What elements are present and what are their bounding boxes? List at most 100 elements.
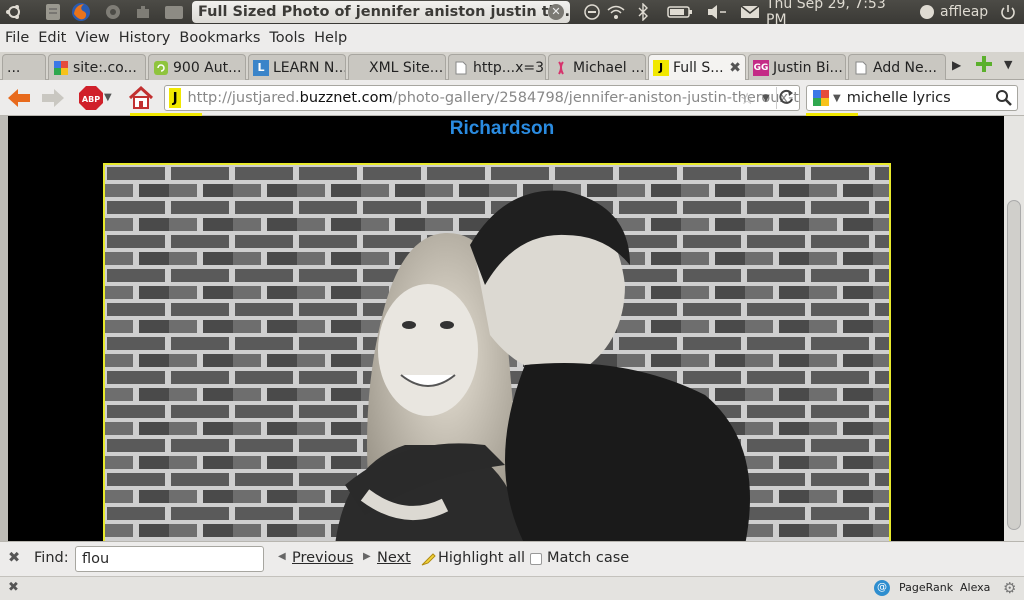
tab-9[interactable]: GG Justin Bi... — [748, 54, 846, 80]
next-arrow-icon: ▶ — [363, 551, 371, 562]
menu-history[interactable]: History — [119, 30, 171, 46]
tab-label: http...x=3 — [473, 59, 545, 76]
justjared-favicon-icon: J — [653, 59, 669, 76]
adblock-dropdown-icon[interactable]: ▼ — [104, 92, 112, 103]
search-bar[interactable]: ▼ michelle lyrics — [806, 85, 1018, 111]
puzzle-icon[interactable] — [132, 2, 154, 22]
back-arrow-icon[interactable] — [6, 86, 32, 114]
match-case-checkbox[interactable] — [530, 553, 542, 565]
menu-view[interactable]: View — [75, 30, 109, 46]
tab-label: Add Ne... — [873, 59, 937, 76]
home-icon[interactable] — [128, 85, 154, 115]
svg-text:ABP: ABP — [82, 95, 100, 104]
power-icon[interactable] — [998, 2, 1018, 22]
menu-bookmarks[interactable]: Bookmarks — [179, 30, 260, 46]
firefox-icon[interactable] — [70, 2, 92, 22]
tab-label: ... — [7, 59, 21, 76]
user-name[interactable]: affleap — [940, 2, 992, 22]
find-previous-button[interactable]: Previous — [292, 550, 353, 566]
tab-7[interactable]: Michael ... — [548, 54, 646, 80]
battery-icon[interactable] — [666, 2, 694, 22]
menu-edit[interactable]: Edit — [38, 30, 66, 46]
ribbon-favicon-icon — [553, 60, 569, 76]
photo-image — [105, 165, 889, 541]
photo-heading[interactable]: Richardson — [0, 118, 1004, 140]
close-window-icon[interactable]: ✕ — [548, 4, 564, 20]
url-bar[interactable]: J http://justjared. buzznet.com/photo-gal… — [164, 85, 800, 111]
google-favicon-icon — [53, 60, 69, 76]
tab-scroll-right-icon[interactable]: ▶ — [952, 58, 961, 72]
reload-icon[interactable] — [776, 87, 798, 109]
tab-label: Michael ... — [573, 59, 645, 76]
bluetooth-icon[interactable] — [636, 2, 650, 22]
forward-arrow-icon[interactable] — [40, 86, 66, 114]
url-prefix: http://justjared. — [187, 90, 300, 106]
match-case-label[interactable]: Match case — [547, 550, 629, 566]
tab-close-icon[interactable]: ✖ — [729, 60, 741, 76]
page-favicon-icon — [853, 60, 869, 76]
text-editor-icon[interactable] — [42, 2, 64, 22]
tab-4[interactable]: L LEARN N... — [248, 54, 346, 80]
list-all-tabs-icon[interactable]: ▼ — [1004, 58, 1012, 71]
alexa-label[interactable]: Alexa — [960, 581, 990, 594]
previous-arrow-icon: ◀ — [278, 551, 286, 562]
user-icon[interactable] — [918, 2, 936, 22]
status-bar: ✖ @ PageRank Alexa ⚙ — [0, 576, 1024, 600]
clock[interactable]: Thu Sep 29, 7:53 PM — [766, 0, 906, 28]
chat-icon[interactable] — [102, 2, 124, 22]
find-input[interactable]: flou — [75, 546, 264, 572]
volume-icon[interactable] — [704, 2, 730, 22]
tab-label: XML Site... — [369, 59, 444, 76]
gg-favicon-icon: GG — [753, 59, 769, 76]
window-title[interactable]: Full Sized Photo of jennifer aniston jus… — [192, 1, 570, 23]
highlight-all-button[interactable]: Highlight all — [438, 550, 525, 566]
tab-2[interactable]: site:.co... — [48, 54, 146, 80]
tab-strip: ... site:.co... 900 Aut... L LEARN N... … — [0, 52, 1024, 80]
search-engine-dropdown-icon[interactable]: ▼ — [833, 93, 841, 104]
url-dropdown-icon[interactable]: ▼ — [762, 93, 770, 104]
scrollbar-thumb[interactable] — [1007, 200, 1021, 530]
full-size-photo[interactable] — [103, 163, 891, 541]
pagerank-label[interactable]: PageRank — [899, 581, 953, 594]
ubuntu-logo-icon[interactable] — [4, 2, 24, 22]
page-favicon-icon — [453, 60, 469, 76]
settings-gear-icon[interactable]: ⚙ — [1003, 579, 1016, 597]
tab-label: Full S... — [673, 59, 724, 76]
find-next-button[interactable]: Next — [377, 550, 411, 566]
folder-icon[interactable] — [162, 2, 186, 22]
find-label: Find: — [34, 550, 69, 566]
tab-3[interactable]: 900 Aut... — [148, 54, 246, 80]
minus-circle-icon[interactable] — [584, 2, 600, 22]
mail-icon[interactable] — [740, 2, 760, 22]
tab-label: LEARN N... — [273, 59, 346, 76]
find-bar: ✖ Find: flou ◀ Previous ▶ Next Highlight… — [0, 541, 1024, 576]
wifi-icon[interactable] — [606, 2, 626, 22]
tab-5[interactable]: XML Site... — [348, 54, 446, 80]
learn-favicon-icon: L — [253, 59, 269, 76]
close-find-bar-icon[interactable]: ✖ — [8, 550, 20, 566]
site-identity-icon[interactable]: J — [169, 88, 182, 108]
tab-label: 900 Aut... — [173, 59, 242, 76]
adblock-icon[interactable]: ABP — [78, 85, 104, 115]
menu-file[interactable]: File — [5, 30, 29, 46]
top-panel: Full Sized Photo of jennifer aniston jus… — [0, 0, 1024, 28]
page-left-margin — [0, 116, 8, 541]
at-sign-icon[interactable]: @ — [874, 580, 890, 596]
bookmark-star-icon[interactable]: ☆ — [740, 89, 754, 108]
tab-6[interactable]: http...x=3 — [448, 54, 546, 80]
tab-8-active[interactable]: J Full S... ✖ — [648, 54, 746, 80]
menu-bar: File Edit View History Bookmarks Tools H… — [0, 24, 1024, 52]
tab-10[interactable]: Add Ne... — [848, 54, 946, 80]
menu-help[interactable]: Help — [314, 30, 347, 46]
search-magnifier-icon[interactable] — [995, 89, 1013, 111]
window-title-text: Full Sized Photo of jennifer aniston jus… — [198, 4, 570, 20]
search-value: michelle lyrics — [846, 90, 951, 106]
tab-1[interactable]: ... — [2, 54, 46, 80]
tab-label: Justin Bi... — [773, 59, 843, 76]
search-engine-icon[interactable] — [813, 90, 829, 106]
navigation-bar: ABP ▼ J http://justjared. buzznet.com/pho… — [0, 80, 1024, 116]
new-tab-icon[interactable] — [974, 54, 994, 78]
close-status-icon[interactable]: ✖ — [8, 580, 19, 595]
tab-label: site:.co... — [73, 59, 137, 76]
menu-tools[interactable]: Tools — [269, 30, 305, 46]
